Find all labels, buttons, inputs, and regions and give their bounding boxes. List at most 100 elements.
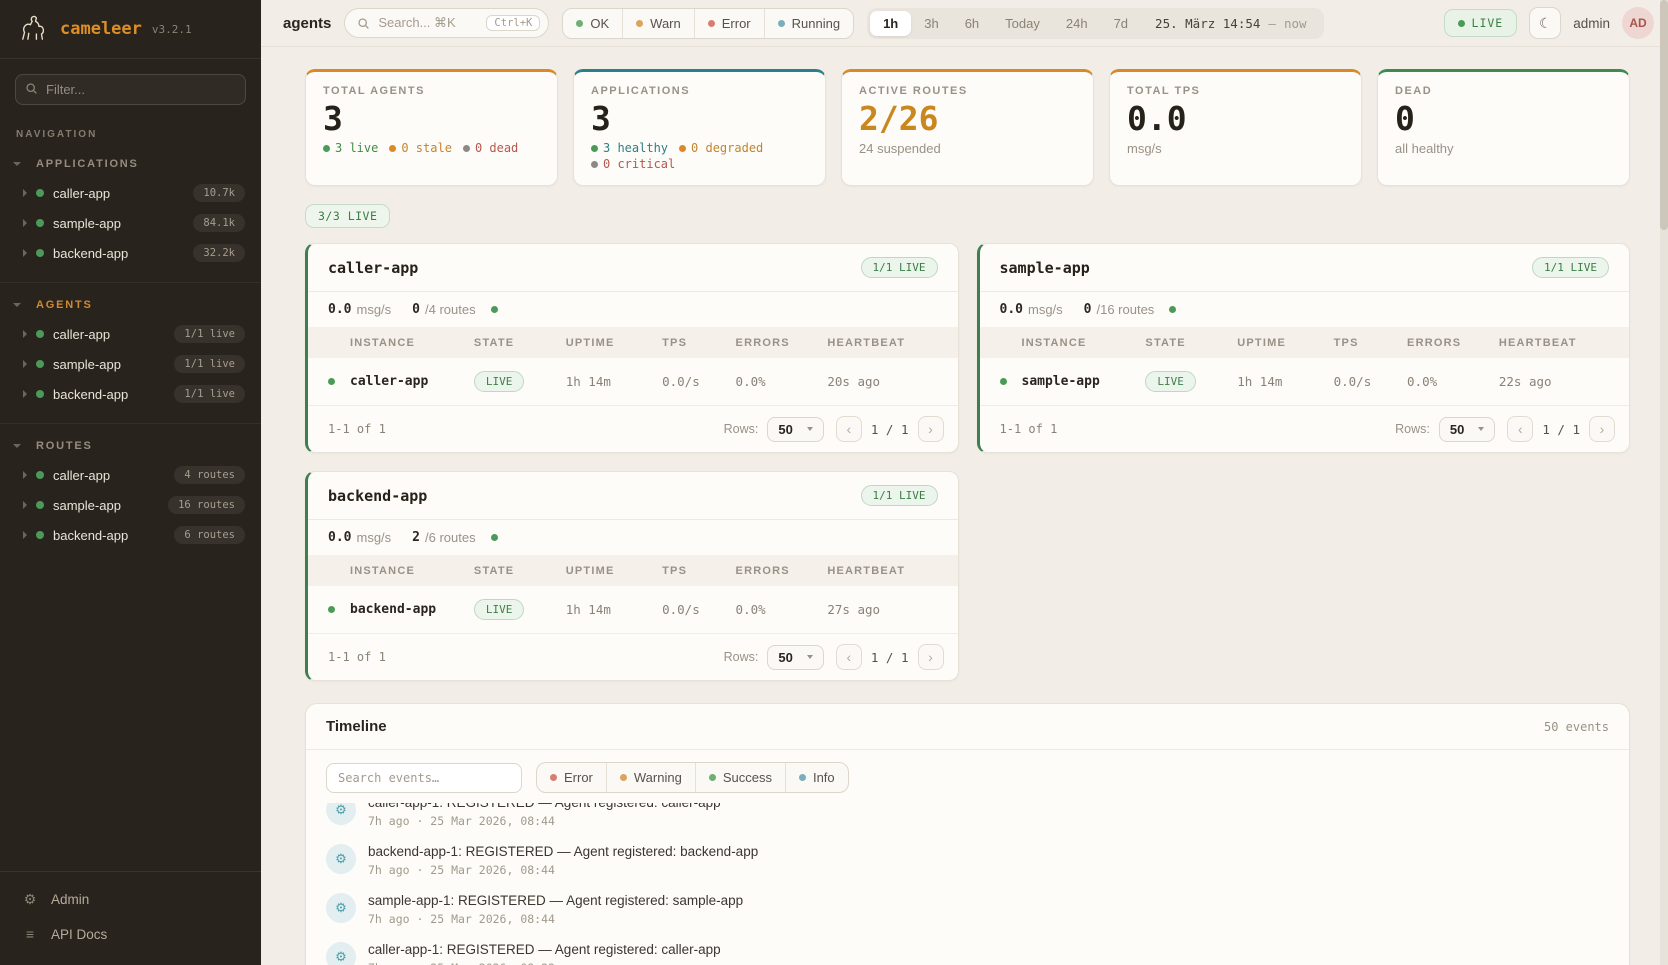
sidebar-item-admin[interactable]: ⚙ Admin bbox=[0, 882, 261, 917]
rows-label: Rows: bbox=[724, 422, 759, 436]
heartbeat-cell: 27s ago bbox=[827, 602, 937, 617]
sidebar-item-sample-app[interactable]: sample-app 84.1k bbox=[0, 208, 261, 238]
live-dot-icon bbox=[323, 145, 330, 152]
section-header-routes[interactable]: ROUTES bbox=[0, 432, 261, 460]
sidebar-item-caller-app-routes[interactable]: caller-app 4 routes bbox=[0, 460, 261, 490]
filter-event-success[interactable]: Success bbox=[695, 763, 785, 792]
time-from: 25. März 14:54 bbox=[1155, 16, 1260, 31]
time-range-6h[interactable]: 6h bbox=[952, 11, 992, 36]
menu-icon: ≡ bbox=[22, 926, 38, 942]
time-range-7d[interactable]: 7d bbox=[1101, 11, 1141, 36]
filter-input[interactable] bbox=[15, 74, 246, 105]
filter-running[interactable]: Running bbox=[764, 9, 853, 38]
sidebar-item-backend-app-routes[interactable]: backend-app 6 routes bbox=[0, 520, 261, 550]
filter-label: Success bbox=[723, 770, 772, 785]
filter-error[interactable]: Error bbox=[694, 9, 764, 38]
tps-unit: msg/s bbox=[356, 302, 391, 317]
routes-active: 0 bbox=[412, 302, 420, 317]
filter-ok[interactable]: OK bbox=[563, 9, 622, 38]
stat-label: APPLICATIONS bbox=[591, 85, 808, 97]
table-row[interactable]: caller-app LIVE 1h 14m 0.0/s 0.0% 20s ag… bbox=[308, 358, 958, 406]
events-search-input[interactable] bbox=[326, 763, 522, 793]
table-row[interactable]: sample-app LIVE 1h 14m 0.0/s 0.0% 22s ag… bbox=[980, 358, 1630, 406]
filter-event-error[interactable]: Error bbox=[537, 763, 606, 792]
chevron-right-icon bbox=[23, 390, 27, 398]
timeline-event[interactable]: ⚙ caller-app-1: REGISTERED — Agent regis… bbox=[326, 934, 1609, 965]
timeline-event[interactable]: ⚙ sample-app-1: REGISTERED — Agent regis… bbox=[326, 885, 1609, 934]
chevron-down-icon bbox=[13, 303, 21, 307]
sidebar-item-caller-app[interactable]: caller-app 10.7k bbox=[0, 178, 261, 208]
live-label: LIVE bbox=[1472, 16, 1504, 30]
scrollbar-thumb[interactable] bbox=[1660, 0, 1668, 230]
stat-card-total-tps: TOTAL TPS 0.0 msg/s bbox=[1109, 69, 1362, 186]
dead-dot-icon bbox=[463, 145, 470, 152]
status-filter-group: OK Warn Error Running bbox=[562, 8, 854, 39]
tps-cell: 0.0/s bbox=[1334, 374, 1407, 389]
section-header-applications[interactable]: APPLICATIONS bbox=[0, 150, 261, 178]
rows-per-page-select[interactable]: 50 bbox=[767, 645, 823, 670]
section-label: AGENTS bbox=[36, 299, 93, 311]
filter-warn[interactable]: Warn bbox=[622, 9, 694, 38]
rows-per-page-select[interactable]: 50 bbox=[1439, 417, 1495, 442]
chevron-right-icon bbox=[23, 531, 27, 539]
app-root: cameleer v3.2.1 NAVIGATION APPLICATIONS … bbox=[0, 0, 1668, 965]
time-range-today[interactable]: Today bbox=[992, 11, 1053, 36]
next-page-button[interactable]: › bbox=[918, 416, 944, 442]
ok-dot-icon bbox=[576, 20, 583, 27]
timeline-event[interactable]: ⚙ backend-app-1: REGISTERED — Agent regi… bbox=[326, 836, 1609, 885]
prev-page-button[interactable]: ‹ bbox=[836, 644, 862, 670]
dark-mode-toggle[interactable]: ☾ bbox=[1529, 7, 1561, 39]
stale-dot-icon bbox=[389, 145, 396, 152]
event-timestamp: 7h ago · 25 Mar 2026, 08:23 bbox=[368, 961, 721, 965]
stat-value: 0.0 bbox=[1127, 101, 1344, 137]
time-range-1h[interactable]: 1h bbox=[870, 11, 911, 36]
stat-caption: msg/s bbox=[1127, 141, 1344, 156]
filter-label: OK bbox=[590, 16, 609, 31]
sidebar-item-backend-app[interactable]: backend-app 32.2k bbox=[0, 238, 261, 268]
rows-per-page-select[interactable]: 50 bbox=[767, 417, 823, 442]
section-label: APPLICATIONS bbox=[36, 158, 139, 170]
degraded-dot-icon bbox=[679, 145, 686, 152]
tps-value: 0.0 bbox=[328, 530, 351, 545]
table-footer: 1-1 of 1 Rows: 50 ‹ 1 / 1 › bbox=[980, 406, 1630, 452]
time-range-24h[interactable]: 24h bbox=[1053, 11, 1101, 36]
page-indicator: 1 / 1 bbox=[871, 422, 909, 437]
global-search[interactable]: Search... ⌘K Ctrl+K bbox=[344, 8, 549, 38]
avatar[interactable]: AD bbox=[1622, 7, 1654, 39]
camel-logo-icon bbox=[16, 12, 50, 46]
timeline-event[interactable]: ⚙ caller-app-1: REGISTERED — Agent regis… bbox=[326, 803, 1609, 836]
event-title: backend-app-1: REGISTERED — Agent regist… bbox=[368, 844, 758, 859]
sidebar-item-sample-app-routes[interactable]: sample-app 16 routes bbox=[0, 490, 261, 520]
topbar-right: LIVE ☾ admin AD bbox=[1444, 7, 1654, 39]
chevron-right-icon bbox=[23, 501, 27, 509]
chevron-down-icon bbox=[1478, 427, 1484, 431]
next-page-button[interactable]: › bbox=[918, 644, 944, 670]
routes-total: /16 routes bbox=[1096, 302, 1154, 317]
chevron-down-icon bbox=[13, 162, 21, 166]
table-row[interactable]: backend-app LIVE 1h 14m 0.0/s 0.0% 27s a… bbox=[308, 586, 958, 634]
sidebar-item-api-docs[interactable]: ≡ API Docs bbox=[0, 917, 261, 951]
table-header: INSTANCE STATE UPTIME TPS ERRORS HEARTBE… bbox=[980, 327, 1630, 358]
prev-page-button[interactable]: ‹ bbox=[836, 416, 862, 442]
sidebar-item-caller-app-agent[interactable]: caller-app 1/1 live bbox=[0, 319, 261, 349]
sidebar-item-sample-app-agent[interactable]: sample-app 1/1 live bbox=[0, 349, 261, 379]
filter-event-info[interactable]: Info bbox=[785, 763, 848, 792]
next-page-button[interactable]: › bbox=[1589, 416, 1615, 442]
timeline-events-list[interactable]: ⚙ caller-app-1: REGISTERED — Agent regis… bbox=[306, 803, 1629, 965]
event-filter-group: Error Warning Success Info bbox=[536, 762, 849, 793]
sidebar-item-badge: 4 routes bbox=[174, 466, 245, 484]
scrollbar[interactable] bbox=[1660, 0, 1668, 965]
state-badge: LIVE bbox=[474, 371, 525, 392]
live-status-badge: LIVE bbox=[1444, 9, 1518, 37]
stat-card-dead: DEAD 0 all healthy bbox=[1377, 69, 1630, 186]
status-dot bbox=[1000, 378, 1007, 385]
filter-event-warning[interactable]: Warning bbox=[606, 763, 695, 792]
time-range-3h[interactable]: 3h bbox=[911, 11, 951, 36]
gear-icon: ⚙ bbox=[22, 891, 38, 908]
app-card-caller-app: caller-app 1/1 LIVE 0.0 msg/s 0 /4 route… bbox=[305, 243, 959, 453]
sidebar-section-routes: ROUTES caller-app 4 routes sample-app 16… bbox=[0, 423, 261, 560]
sidebar-item-backend-app-agent[interactable]: backend-app 1/1 live bbox=[0, 379, 261, 409]
prev-page-button[interactable]: ‹ bbox=[1507, 416, 1533, 442]
sidebar-item-label: sample-app bbox=[53, 498, 121, 513]
section-header-agents[interactable]: AGENTS bbox=[0, 291, 261, 319]
